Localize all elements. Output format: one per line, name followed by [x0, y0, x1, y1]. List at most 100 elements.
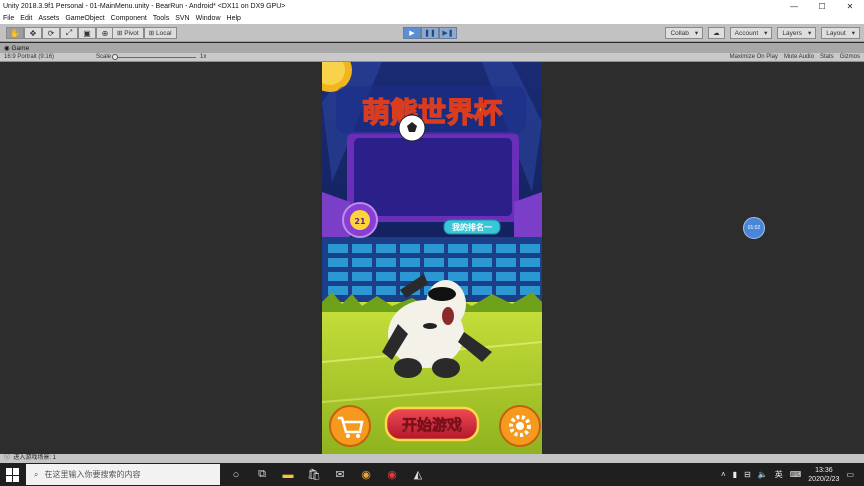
- cloud-button[interactable]: ☁: [708, 27, 725, 39]
- menu-window[interactable]: Window: [193, 15, 224, 22]
- clock-date: 2020/2/23: [808, 475, 840, 483]
- menu-bar: File Edit Assets GameObject Component To…: [0, 13, 864, 24]
- pivot-label: Pivot: [124, 29, 139, 37]
- status-message[interactable]: 进入游戏场景: 1: [13, 455, 56, 461]
- game-title: 萌熊世界杯: [362, 96, 502, 129]
- rotate-tool-icon[interactable]: ⟳: [42, 27, 60, 39]
- start-label: 开始游戏: [402, 416, 462, 434]
- netease-music-icon[interactable]: ◉: [382, 465, 402, 484]
- badge-text: 21: [354, 217, 366, 226]
- menu-file[interactable]: File: [0, 15, 17, 22]
- scale-label: Scale: [96, 54, 112, 60]
- taskbar-search[interactable]: ⌕ 在这里输入你要搜索的内容: [26, 464, 220, 485]
- floating-assistant-bubble[interactable]: 01:02: [743, 217, 765, 239]
- account-label: Account: [734, 29, 759, 37]
- layers-label: Layers: [782, 29, 802, 37]
- stats-toggle[interactable]: Stats: [820, 53, 834, 62]
- volume-icon[interactable]: 🔈: [758, 470, 768, 479]
- pause-icon[interactable]: ❚❚: [421, 27, 439, 39]
- gizmos-dropdown[interactable]: Gizmos: [840, 53, 860, 62]
- chevron-down-icon: ▾: [764, 30, 768, 37]
- menu-edit[interactable]: Edit: [17, 15, 35, 22]
- clock[interactable]: 13:36 2020/2/23: [808, 466, 839, 484]
- cloud-icon: ☁: [713, 30, 720, 37]
- tab-game[interactable]: Game: [11, 45, 29, 52]
- task-view-icon[interactable]: ⧉: [252, 465, 272, 484]
- step-icon[interactable]: ▶❚: [439, 27, 457, 39]
- window-controls: — ☐ ✕: [780, 0, 864, 13]
- transform-tools: ✋ ✥ ⟳ ⤢ ▣ ⊕: [6, 27, 114, 39]
- status-bar: ⓘ 进入游戏场景: 1: [0, 454, 864, 463]
- taskbar-apps: ○ ⧉ ▬ 🛍 ✉ ◉ ◉ ◭: [226, 465, 428, 484]
- my-rank-button[interactable]: 我的排名一: [443, 219, 501, 235]
- menu-tools[interactable]: Tools: [150, 15, 172, 22]
- menu-component[interactable]: Component: [108, 15, 150, 22]
- rank-label: 我的排名一: [452, 222, 492, 232]
- pivot-icon: ⊞: [117, 30, 125, 37]
- settings-button[interactable]: [499, 405, 541, 447]
- keyboard-icon[interactable]: ⌨: [790, 470, 802, 479]
- minimize-button[interactable]: —: [780, 0, 808, 13]
- game-tab-icon: ◉: [4, 45, 12, 52]
- scale-tool-icon[interactable]: ⤢: [60, 27, 78, 39]
- chevron-down-icon: ▾: [807, 30, 812, 37]
- local-icon: ⊞: [148, 30, 156, 37]
- game-scene: 萌熊世界杯 21 我的排名一 开始游戏: [322, 62, 542, 454]
- collab-dropdown[interactable]: Collab ▾: [665, 27, 704, 39]
- local-button[interactable]: ⊞ Local: [143, 27, 177, 39]
- scale-slider[interactable]: [114, 57, 196, 58]
- play-controls: ▶ ❚❚ ▶❚: [403, 27, 457, 39]
- move-tool-icon[interactable]: ✥: [24, 27, 42, 39]
- mail-icon[interactable]: ✉: [330, 465, 350, 484]
- windows-start-icon[interactable]: [6, 468, 20, 482]
- resolution-dropdown[interactable]: 16:9 Portrait (9:16): [4, 53, 54, 62]
- ime-indicator[interactable]: 英: [775, 469, 783, 480]
- rank-badge[interactable]: 21: [342, 202, 378, 238]
- chevron-up-icon[interactable]: ˄: [721, 470, 726, 479]
- layout-label: Layout: [826, 29, 846, 37]
- scale-value: 1x: [200, 54, 207, 60]
- layout-dropdown[interactable]: Layout ▾: [821, 27, 860, 39]
- menu-svn[interactable]: SVN: [172, 15, 192, 22]
- shop-button[interactable]: [329, 405, 371, 447]
- chrome-icon[interactable]: ◉: [356, 465, 376, 484]
- chevron-down-icon: ▾: [851, 30, 855, 37]
- search-icon: ⌕: [34, 469, 39, 479]
- account-dropdown[interactable]: Account ▾: [729, 27, 773, 39]
- network-icon[interactable]: ⊟: [744, 470, 751, 479]
- chevron-down-icon: ▾: [694, 30, 699, 37]
- hand-tool-icon[interactable]: ✋: [6, 27, 24, 39]
- menu-assets[interactable]: Assets: [35, 15, 62, 22]
- close-button[interactable]: ✕: [836, 0, 864, 13]
- file-explorer-icon[interactable]: ▬: [278, 465, 298, 484]
- system-tray: ˄ ▮ ⊟ 🔈 英 ⌨ 13:36 2020/2/23 ▭: [721, 463, 854, 486]
- windows-taskbar: ⌕ 在这里输入你要搜索的内容 ○ ⧉ ▬ 🛍 ✉ ◉ ◉ ◭ ˄ ▮ ⊟ 🔈 英…: [0, 463, 864, 486]
- local-label: Local: [155, 29, 172, 37]
- layers-dropdown[interactable]: Layers ▾: [777, 27, 817, 39]
- window-title: Unity 2018.3.9f1 Personal - 01-MainMenu.…: [3, 3, 286, 10]
- maximize-on-play-toggle[interactable]: Maximize On Play: [730, 53, 778, 62]
- cortana-icon[interactable]: ○: [226, 465, 246, 484]
- collab-label: Collab: [670, 29, 689, 37]
- store-icon[interactable]: 🛍: [304, 465, 324, 484]
- search-placeholder: 在这里输入你要搜索的内容: [44, 470, 141, 479]
- notification-icon[interactable]: ▭: [846, 470, 854, 479]
- unity-icon[interactable]: ◭: [408, 465, 428, 484]
- menu-help[interactable]: Help: [224, 15, 244, 22]
- right-toolbar: Collab ▾ ☁ Account ▾ Layers ▾ Layout ▾: [665, 27, 860, 39]
- menu-gameobject[interactable]: GameObject: [62, 15, 107, 22]
- pivot-button[interactable]: ⊞ Pivot: [112, 27, 144, 39]
- battery-icon[interactable]: ▮: [733, 470, 737, 479]
- game-screen[interactable]: 萌熊世界杯 21 我的排名一 开始游戏: [322, 62, 542, 454]
- play-icon[interactable]: ▶: [403, 27, 421, 39]
- maximize-button[interactable]: ☐: [808, 0, 836, 13]
- rect-tool-icon[interactable]: ▣: [78, 27, 96, 39]
- clock-time: 13:36: [815, 466, 833, 474]
- pivot-controls: ⊞ Pivot ⊞ Local: [112, 27, 177, 39]
- start-game-button[interactable]: 开始游戏: [384, 406, 480, 442]
- game-view-options: Maximize On Play Mute Audio Stats Gizmos: [730, 53, 860, 62]
- game-view-toolbar: 16:9 Portrait (9:16) Scale 1x Maximize O…: [0, 53, 864, 62]
- football-icon: [398, 114, 426, 142]
- mute-audio-toggle[interactable]: Mute Audio: [784, 53, 814, 62]
- scale-slider-handle[interactable]: [112, 54, 118, 60]
